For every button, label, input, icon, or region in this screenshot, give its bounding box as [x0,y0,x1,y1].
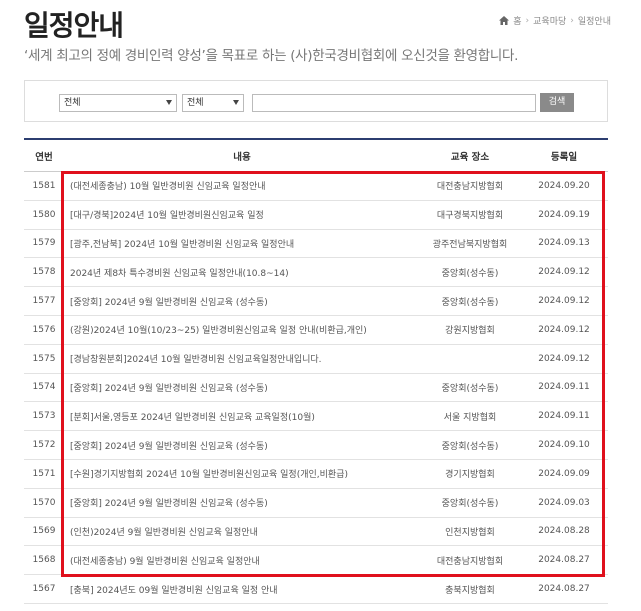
table-row[interactable]: 1576 (강원)2024년 10월(10/23~25) 일반경비원신임교육 일… [24,316,608,345]
category-select-value: 전체 [64,98,81,108]
row-place: 대전충남지방협회 [436,182,504,193]
row-title-link[interactable]: [광주,전남북] 2024년 10월 일반경비원 신임교육 일정안내 [64,237,420,250]
row-date: 2024.09.11 [538,411,590,422]
row-date: 2024.09.19 [538,209,590,220]
row-number: 1568 [32,555,56,566]
row-number: 1570 [32,497,56,508]
page-title: 일정안내 [24,9,124,42]
column-header-place: 교육 장소 [450,151,490,163]
field-select-value: 전체 [187,98,204,108]
column-header-date: 등록일 [550,151,578,163]
table-row[interactable]: 1570 [중앙회] 2024년 9월 일반경비원 신임교육 (성수동) 중앙회… [24,489,608,518]
row-date: 2024.09.12 [538,353,590,364]
table-row[interactable]: 1577 [중앙회] 2024년 9월 일반경비원 신임교육 (성수동) 중앙회… [24,287,608,316]
row-number: 1581 [32,180,56,191]
table-row[interactable]: 1574 [중앙회] 2024년 9월 일반경비원 신임교육 (성수동) 중앙회… [24,374,608,403]
breadcrumb-separator: › [525,15,530,26]
row-title-link[interactable]: [수원]경기지방협회 2024년 10월 일반경비원신임교육 일정(개인,비환급… [64,467,420,480]
row-number: 1574 [32,382,56,393]
row-number: 1573 [32,411,56,422]
row-title-link[interactable]: (강원)2024년 10월(10/23~25) 일반경비원신임교육 일정 안내(… [64,323,420,336]
column-header-no: 연번 [35,151,53,163]
row-date: 2024.08.28 [538,526,590,537]
row-date: 2024.09.09 [538,468,590,479]
search-panel: 전체 전체 검색 [24,80,608,122]
row-date: 2024.08.27 [538,584,590,595]
table-row[interactable]: 1571 [수원]경기지방협회 2024년 10월 일반경비원신임교육 일정(개… [24,460,608,489]
row-title-link[interactable]: (대전세종충남) 10월 일반경비원 신임교육 일정안내 [64,179,420,192]
row-place: 중앙회(성수동) [441,499,499,510]
row-title-link[interactable]: 2024년 제8차 특수경비원 신임교육 일정안내(10.8~14) [64,266,420,279]
row-title-link[interactable]: [분회]서울,영등포 2024년 일반경비원 신임교육 교육일정(10월) [64,410,420,423]
breadcrumb: 홈 › 교육마당 › 일정안내 [499,14,611,27]
row-title-link[interactable]: (대전세종충남) 9월 일반경비원 신임교육 일정안내 [64,554,420,567]
row-place: 대구경북지방협회 [436,211,504,222]
table-row[interactable]: 1579 [광주,전남북] 2024년 10월 일반경비원 신임교육 일정안내 … [24,230,608,259]
row-number: 1567 [32,584,56,595]
row-date: 2024.09.12 [538,296,590,307]
table-row[interactable]: 1573 [분회]서울,영등포 2024년 일반경비원 신임교육 교육일정(10… [24,402,608,432]
table-row[interactable]: 1575 [경남창원분회]2024년 10월 일반경비원 신임교육일정안내입니다… [24,345,608,374]
row-place: 경기지방협회 [445,470,495,481]
row-number: 1576 [32,324,56,335]
table-header: 연번 내용 교육 장소 등록일 [24,140,608,172]
row-title-link[interactable]: (인천)2024년 9월 일반경비원 신임교육 일정안내 [64,525,420,538]
row-title-link[interactable]: [중앙회] 2024년 9월 일반경비원 신임교육 (성수동) [64,439,420,452]
row-place: 중앙회(성수동) [441,297,499,308]
table-row[interactable]: 1572 [중앙회] 2024년 9월 일반경비원 신임교육 (성수동) 중앙회… [24,431,608,460]
row-place: 중앙회(성수동) [441,268,499,279]
row-date: 2024.09.03 [538,497,590,508]
row-title-link[interactable]: [중앙회] 2024년 9월 일반경비원 신임교육 (성수동) [64,295,420,308]
row-number: 1569 [32,526,56,537]
row-number: 1579 [32,238,56,249]
table-row[interactable]: 1569 (인천)2024년 9월 일반경비원 신임교육 일정안내 인천지방협회… [24,518,608,547]
table-row[interactable]: 1580 [대구/경북]2024년 10월 일반경비원신임교육 일정 대구경북지… [24,201,608,230]
category-select[interactable]: 전체 [59,94,177,112]
row-place: 서울 지방협회 [443,412,497,423]
table-row[interactable]: 1568 (대전세종충남) 9월 일반경비원 신임교육 일정안내 대전충남지방협… [24,546,608,576]
row-place: 광주전남북지방협회 [432,239,508,250]
row-number: 1580 [32,209,56,220]
row-number: 1577 [32,296,56,307]
row-title-link[interactable]: [충북] 2024년도 09월 일반경비원 신임교육 일정 안내 [64,583,420,596]
row-date: 2024.09.12 [538,324,590,335]
home-icon[interactable] [499,16,510,25]
row-date: 2024.09.10 [538,440,590,451]
welcome-message: ‘세계 최고의 정예 경비인력 양성’을 목표로 하는 (사)한국경비협회에 오… [24,48,519,64]
breadcrumb-home[interactable]: 홈 [513,14,521,27]
row-place: 강원지방협회 [445,326,495,337]
column-header-title: 내용 [233,151,251,163]
field-select[interactable]: 전체 [182,94,244,112]
search-input[interactable] [252,94,536,112]
row-place: 대전충남지방협회 [436,556,504,567]
row-place: 중앙회(성수동) [441,383,499,394]
row-title-link[interactable]: [중앙회] 2024년 9월 일반경비원 신임교육 (성수동) [64,496,420,509]
breadcrumb-current: 일정안내 [577,17,611,27]
breadcrumb-education[interactable]: 교육마당 [533,14,566,27]
chevron-down-icon [166,100,172,105]
row-place: 인천지방협회 [445,527,495,538]
row-place: 충북지방협회 [445,585,495,596]
row-number: 1578 [32,267,56,278]
row-date: 2024.09.20 [538,180,590,191]
schedule-table: 연번 내용 교육 장소 등록일 1581 (대전세종충남) 10월 일반경비원 … [24,138,608,604]
table-row[interactable]: 1567 [충북] 2024년도 09월 일반경비원 신임교육 일정 안내 충북… [24,575,608,604]
row-title-link[interactable]: [경남창원분회]2024년 10월 일반경비원 신임교육일정안내입니다. [64,352,420,365]
breadcrumb-separator: › [570,15,574,26]
row-date: 2024.09.12 [538,267,590,278]
row-title-link[interactable]: [대구/경북]2024년 10월 일반경비원신임교육 일정 [64,208,420,221]
row-number: 1571 [32,468,56,479]
row-date: 2024.09.11 [538,382,590,393]
search-button[interactable]: 검색 [540,93,574,112]
row-title-link[interactable]: [중앙회] 2024년 9월 일반경비원 신임교육 (성수동) [64,381,420,394]
row-place: 중앙회(성수동) [441,441,499,452]
row-number: 1575 [32,353,56,364]
row-date: 2024.08.27 [538,555,590,566]
table-row[interactable]: 1578 2024년 제8차 특수경비원 신임교육 일정안내(10.8~14) … [24,258,608,288]
row-date: 2024.09.13 [538,238,590,249]
chevron-down-icon [233,100,239,105]
table-row[interactable]: 1581 (대전세종충남) 10월 일반경비원 신임교육 일정안내 대전충남지방… [24,172,608,201]
row-number: 1572 [32,440,56,451]
